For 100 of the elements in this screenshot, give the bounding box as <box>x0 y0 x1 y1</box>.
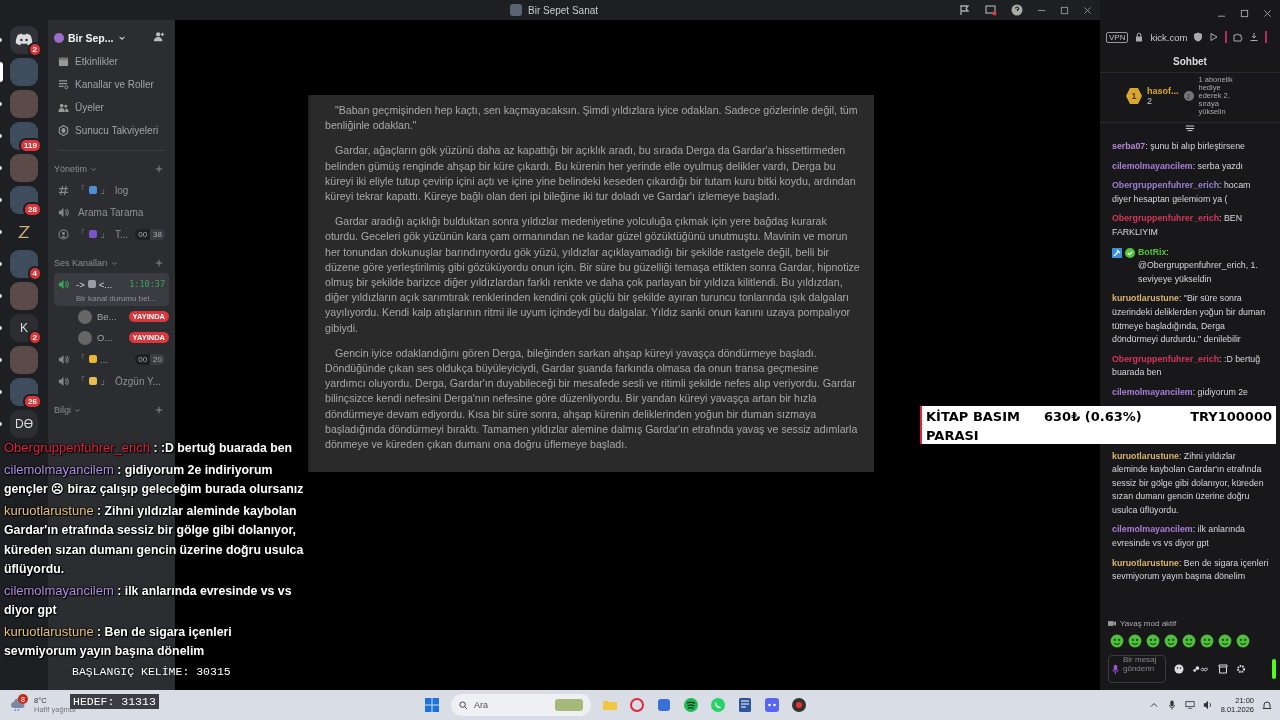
send-button[interactable] <box>1272 659 1276 679</box>
mention-badge: 28 <box>23 202 42 217</box>
calendar-icon <box>58 56 69 67</box>
chevron-up-icon[interactable] <box>1148 700 1159 710</box>
emote-icon[interactable] <box>1182 634 1196 648</box>
store-icon[interactable] <box>1218 664 1228 674</box>
points-icon[interactable] <box>1192 664 1210 674</box>
emote-icon[interactable] <box>1236 634 1250 648</box>
vpn-badge[interactable]: VPN <box>1106 31 1129 43</box>
window-title: Bir Sepet Sanat <box>528 4 599 16</box>
settings-icon[interactable] <box>1236 664 1246 674</box>
category-header[interactable]: Bilgi <box>54 405 71 415</box>
speaker-icon <box>58 353 69 365</box>
add-channel-icon[interactable] <box>155 406 163 414</box>
server-initials[interactable]: DƟ <box>10 410 38 438</box>
lock-icon <box>1134 32 1145 42</box>
category-header[interactable]: Ses Kanalları <box>54 258 108 268</box>
channel-item[interactable]: 「 」 T... 00 38 <box>54 223 169 245</box>
add-member-icon[interactable] <box>153 31 165 43</box>
add-channel-icon[interactable] <box>155 165 163 173</box>
add-channel-icon[interactable] <box>155 259 163 267</box>
emote-icon[interactable] <box>1200 634 1214 648</box>
message-input[interactable]: Bir mesaj gönderin <box>1108 655 1166 683</box>
search-icon <box>459 700 468 710</box>
chat-message: Obergruppenfuhrer_erich: hocam diyer hesaptan gelemiom ya ( <box>1112 179 1252 206</box>
maximize-icon[interactable] <box>1240 8 1249 18</box>
rank-badge: 1 <box>1126 88 1142 104</box>
emote-icon[interactable] <box>1218 634 1232 648</box>
app-icon[interactable] <box>656 697 672 713</box>
chat-message: cilemolmayancilem : gidiyorum 2e indiriyorum gençler ☹ biraz çalışıp geleceğim burada olursanız <box>4 460 304 498</box>
chat-message: cilemolmayancilem : ilk anlarında evresinde vs vs diyor gpt <box>4 581 293 619</box>
avatar-icon <box>78 330 92 345</box>
document-paragraph: "Baban geçmişinden hep kaçtı, sen kaçmayacaksın. Şimdi yıldızlara iyice odaklan. Sadece gözlerinle değil, tüm benliğinle odaklan." <box>325 103 859 134</box>
chat-message: cilemolmayancilem: serba yazdı <box>1112 159 1245 173</box>
close-icon[interactable] <box>1083 5 1092 15</box>
maximize-icon[interactable] <box>1060 5 1069 15</box>
hash-icon <box>58 184 69 196</box>
chevron-icon <box>90 165 98 173</box>
help-icon[interactable] <box>1011 4 1023 16</box>
server-header[interactable]: Bir Sep... <box>54 26 144 50</box>
close-icon[interactable] <box>1263 8 1272 18</box>
game-controller-icon[interactable] <box>764 697 780 713</box>
menu-item[interactable]: Etkinlikler <box>54 50 169 73</box>
chevron-icon <box>110 259 118 267</box>
chat-message: serba07: şunu bi alıp birleştirsene <box>1112 140 1247 153</box>
discord-logo[interactable] <box>10 26 38 54</box>
search-highlight-picture <box>555 699 583 711</box>
bell-icon[interactable] <box>1262 700 1272 710</box>
category-header[interactable]: Yönetim <box>54 164 88 174</box>
menu-item[interactable]: Üyeler <box>54 96 169 119</box>
document-paragraph: Gardar, ağaçların gök yüzünü daha az kapattığı bir açıklık aradı, bu sırada Derga da Gardar'a hissettirmeden belinden gümüş renginde ahşap bir küre çıkardı. Bu kürenin her yerinde elle oyulmuş delikler vardı, Derga bu küreyi iki eliyle tutup çevirip içini açtı ve içine yine belindeki keseden çıkardığı bir tutam kuru bitki koydu, ardından küreyi tekrar kapattı. Küreye bağlı olan deri ipi bileğine iki tur doladı ve Gardar'ı izlemeye başladı. <box>325 143 857 204</box>
chat-message: kuruotlarustune: Zihni yıldızlar aleminde kaybolan Gardar'ın etrafında sessiz bir gölge gibi dolanıyor, küreden sızan dumanı gencin üzerine doğru usulca üflüyordu. <box>1112 449 1265 517</box>
download-icon[interactable] <box>1249 32 1260 42</box>
leader-name[interactable]: hasof... <box>1147 86 1179 96</box>
emote-icon[interactable] <box>1128 634 1142 648</box>
collapse-icon[interactable] <box>1185 125 1195 132</box>
browser-app-icon[interactable] <box>791 697 807 713</box>
speaker-icon <box>58 375 69 387</box>
chat-message: kuruotlarustune: Ben de sigara içenleri sevmiyorum yayın başına dönelim <box>1112 556 1270 584</box>
goal-title: KİTAP BASIM PARASI <box>926 407 1021 445</box>
document-app-icon[interactable] <box>737 697 753 713</box>
emote-icon[interactable] <box>1146 634 1160 648</box>
microphone-icon[interactable] <box>1166 700 1177 710</box>
slow-mode-label: Yavaş mod aktif <box>1120 618 1177 628</box>
channel-item[interactable]: 「 」 log <box>54 179 169 201</box>
puzzle-icon[interactable] <box>1233 32 1244 42</box>
chevron-icon <box>117 34 126 42</box>
channel-item[interactable]: 「 ... 00 20 <box>54 348 169 370</box>
screen-record-icon[interactable] <box>985 4 997 16</box>
channel-item[interactable]: Arama Tarama <box>54 201 169 223</box>
channel-item[interactable]: 「 」 Özgün Y... <box>54 370 169 392</box>
speaker-icon[interactable] <box>1202 700 1213 710</box>
emote-icon[interactable] <box>1110 634 1124 648</box>
address-field[interactable]: kick.com <box>1150 31 1188 43</box>
emote-icon[interactable] <box>1164 634 1178 648</box>
chat-title: Sohbet <box>1172 55 1208 69</box>
flag-icon[interactable] <box>959 4 971 16</box>
chat-message: Obergruppenfuhrer_erich: BEN FARKLIYIM <box>1112 212 1244 239</box>
play-icon[interactable] <box>1209 32 1220 42</box>
channel-item[interactable]: -> <... 1:10:37 Bir kanal durumu bel... <box>54 273 169 306</box>
network-icon[interactable] <box>1184 700 1195 710</box>
goal-amount: 630₺ (0.63%) <box>1044 407 1143 426</box>
mention-badge: 119 <box>19 138 42 153</box>
chat-message: Obergruppenfuhrer_erich: :D bertuğ buarada ben <box>1112 352 1262 380</box>
chat-message: BotRix: @Obergruppenfuhrer_erich, 1. seviyeye yükseldin <box>1138 245 1259 286</box>
server-icon <box>54 33 64 43</box>
chat-message: cilemolmayancilem: gidiyorum 2e <box>1112 385 1249 399</box>
emoji-icon[interactable] <box>1174 664 1184 674</box>
verified-icon <box>1125 247 1135 258</box>
menu-item[interactable]: Kanallar ve Roller <box>54 73 169 96</box>
search-field[interactable]: Ara <box>451 694 591 716</box>
people-icon <box>58 102 69 113</box>
menu-item[interactable]: Sunucu Takviyeleri <box>54 119 169 142</box>
ring-icon[interactable] <box>629 697 645 713</box>
music-app-icon[interactable] <box>683 697 699 713</box>
document-paragraph: Gencin iyice odaklandığını gören Derga, bileğinden sarkan ahşap küreyi yavaşça döndürmeye başladı. Döndüğünde çıkan ses oldukça büyüleyiciydi, Gardar şuanda farkında olmasa da onun transa geçmesine yardımcı oluyordu. Derga, Gardar'ın duyabileceği bir mesafede sesli ve ritimli şekilde nefes alıp veriyordu. Gardar bilinçsizce kendi nefesini Derga'nın nefesine göre düzenliyordu. Bir yandan küreyi yavaşça artan bir hızla döndürmeye devam ediyordu. Kısa bir süre sonra, ahşap kürenin deliklerinden yoğun bir duman sızmaya başladığında döndürmeyi bıraktı. Tamamen yıldızlar alemine dalmış Gardar'ın etrafında yavaş ve sessiz adımlarla dönmeye ve küreden çıkan dumanı ona doğru üflemeye başladı. <box>325 345 859 453</box>
chevron-icon <box>74 406 81 414</box>
broadcast-icon <box>58 228 69 240</box>
shield-icon[interactable] <box>1193 32 1204 42</box>
windows-icon[interactable] <box>424 697 440 713</box>
